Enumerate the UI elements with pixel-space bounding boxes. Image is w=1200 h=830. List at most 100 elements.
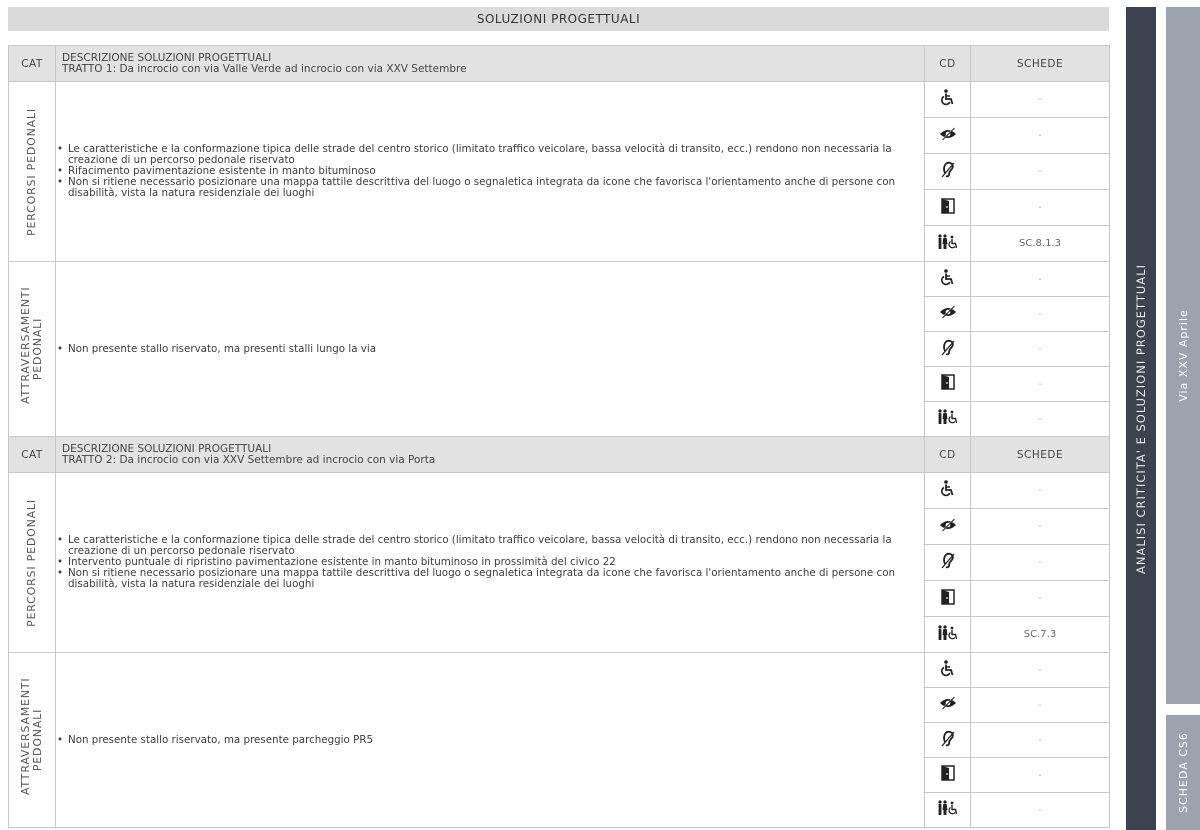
wheelchair-icon <box>940 89 956 110</box>
street-sidebar: Via XXV Aprile <box>1166 7 1200 704</box>
eye-blind-icon <box>939 127 957 145</box>
category-cell: PERCORSI PEDONALI <box>8 81 56 262</box>
cd-cell <box>924 296 971 332</box>
door-exit-icon <box>940 374 955 394</box>
scheda-value: - <box>970 652 1110 688</box>
col-schede-header: SCHEDE <box>970 436 1110 473</box>
scheda-value: - <box>970 580 1110 617</box>
tratto-description-header: DESCRIZIONE SOLUZIONI PROGETTUALI TRATTO … <box>55 45 925 82</box>
door-exit-icon <box>940 588 955 609</box>
scheda-value: - <box>970 722 1110 758</box>
cd-cell <box>924 792 971 828</box>
category-cell: PERCORSI PEDONALI <box>8 472 56 653</box>
cd-cell <box>924 153 971 190</box>
scheda-value: - <box>970 366 1110 402</box>
scheda-value: - <box>970 401 1110 437</box>
col-desc-header: DESCRIZIONE SOLUZIONI PROGETTUALI <box>62 51 272 64</box>
cd-cell <box>924 580 971 617</box>
col-cat-header: CAT <box>8 436 56 473</box>
solutions-list: Non presente stallo riservato, ma presen… <box>56 343 924 355</box>
cd-cell <box>924 261 971 297</box>
solutions-description: Non presente stallo riservato, ma presen… <box>55 652 925 828</box>
col-cat-header: CAT <box>8 45 56 82</box>
category-label: ATTRAVERSAMENTI PEDONALI <box>19 286 44 404</box>
solution-item: Le caratteristiche e la conformazione ti… <box>57 144 924 166</box>
ear-deaf-icon <box>941 730 955 751</box>
door-exit-icon <box>940 197 955 218</box>
solutions-list: Non presente stallo riservato, ma presen… <box>56 734 924 746</box>
category-label: PERCORSI PEDONALI <box>25 498 38 627</box>
scheda-value: - <box>970 508 1110 545</box>
cd-cell <box>924 331 971 367</box>
door-exit-icon <box>940 765 955 785</box>
solutions-description: Le caratteristiche e la conformazione ti… <box>55 472 925 653</box>
cd-cell <box>924 225 971 262</box>
scheda-value: - <box>970 472 1110 509</box>
solutions-list: Le caratteristiche e la conformazione ti… <box>56 535 924 590</box>
solution-item: Non si ritiene necessario posizionare un… <box>57 568 924 590</box>
solutions-table: CAT DESCRIZIONE SOLUZIONI PROGETTUALI TRAT… <box>8 45 1110 828</box>
scheda-value: SC.8.1.3 <box>970 225 1110 262</box>
cd-cell <box>924 652 971 688</box>
scheda-value: - <box>970 757 1110 793</box>
scheda-value: - <box>970 153 1110 190</box>
family-accessibility-icon <box>937 233 959 254</box>
street-label: Via XXV Aprile <box>1176 309 1190 402</box>
scheda-value: - <box>970 81 1110 118</box>
family-accessibility-icon <box>937 800 959 820</box>
scheda-value: - <box>970 687 1110 723</box>
cd-cell <box>924 81 971 118</box>
scheda-value: - <box>970 331 1110 367</box>
solutions-description: Le caratteristiche e la conformazione ti… <box>55 81 925 262</box>
solution-item: Non si ritiene necessario posizionare un… <box>57 177 924 199</box>
ear-deaf-icon <box>941 552 955 573</box>
wheelchair-icon <box>940 268 956 290</box>
criteria-row: PERCORSI PEDONALI Le caratteristiche e la… <box>8 81 1110 262</box>
cd-cell <box>924 544 971 581</box>
wheelchair-icon <box>940 480 956 501</box>
cd-cell <box>924 616 971 653</box>
family-accessibility-icon <box>937 409 959 429</box>
solution-item: Non presente stallo riservato, ma presen… <box>57 734 924 746</box>
criteria-row: ATTRAVERSAMENTI PEDONALI Non presente sta… <box>8 261 1110 437</box>
wheelchair-icon <box>940 659 956 681</box>
col-cd-header: CD <box>924 436 971 473</box>
page-title: SOLUZIONI PROGETTUALI <box>476 12 641 26</box>
family-accessibility-icon <box>937 624 959 645</box>
criteria-row: PERCORSI PEDONALI Le caratteristiche e la… <box>8 472 1110 653</box>
tratto-name: TRATTO 2: Da incrocio con via XXV Settem… <box>62 453 436 466</box>
col-schede-header: SCHEDE <box>970 45 1110 82</box>
eye-blind-icon <box>939 305 957 323</box>
criteria-row: ATTRAVERSAMENTI PEDONALI Non presente sta… <box>8 652 1110 828</box>
category-label: ATTRAVERSAMENTI PEDONALI <box>19 677 44 795</box>
scheda-value: - <box>970 117 1110 154</box>
eye-blind-icon <box>939 518 957 536</box>
cd-cell <box>924 757 971 793</box>
scheda-value: - <box>970 189 1110 226</box>
ear-deaf-icon <box>941 161 955 182</box>
col-cd-header: CD <box>924 45 971 82</box>
col-desc-header: DESCRIZIONE SOLUZIONI PROGETTUALI <box>62 442 272 455</box>
scheda-value: - <box>970 544 1110 581</box>
cd-cell <box>924 117 971 154</box>
category-cell: ATTRAVERSAMENTI PEDONALI <box>8 652 56 828</box>
tratto-header-row: CAT DESCRIZIONE SOLUZIONI PROGETTUALI TRAT… <box>8 436 1110 473</box>
scheda-value: - <box>970 296 1110 332</box>
page-title-bar: SOLUZIONI PROGETTUALI <box>8 7 1109 31</box>
section-label: ANALISI CRITICITA' E SOLUZIONI PROGETTUA… <box>1134 263 1148 574</box>
solutions-description: Non presente stallo riservato, ma presen… <box>55 261 925 437</box>
solutions-list: Le caratteristiche e la conformazione ti… <box>56 144 924 199</box>
cd-cell <box>924 472 971 509</box>
cd-cell <box>924 508 971 545</box>
eye-blind-icon <box>939 696 957 714</box>
solution-item: Non presente stallo riservato, ma presen… <box>57 343 924 355</box>
solution-item: Le caratteristiche e la conformazione ti… <box>57 535 924 557</box>
cd-cell <box>924 189 971 226</box>
sheet-code-tab: SCHEDA CS6 <box>1166 715 1200 830</box>
tratto-header-row: CAT DESCRIZIONE SOLUZIONI PROGETTUALI TRAT… <box>8 45 1110 82</box>
category-cell: ATTRAVERSAMENTI PEDONALI <box>8 261 56 437</box>
cd-cell <box>924 401 971 437</box>
ear-deaf-icon <box>941 339 955 360</box>
cd-cell <box>924 687 971 723</box>
cd-cell <box>924 722 971 758</box>
